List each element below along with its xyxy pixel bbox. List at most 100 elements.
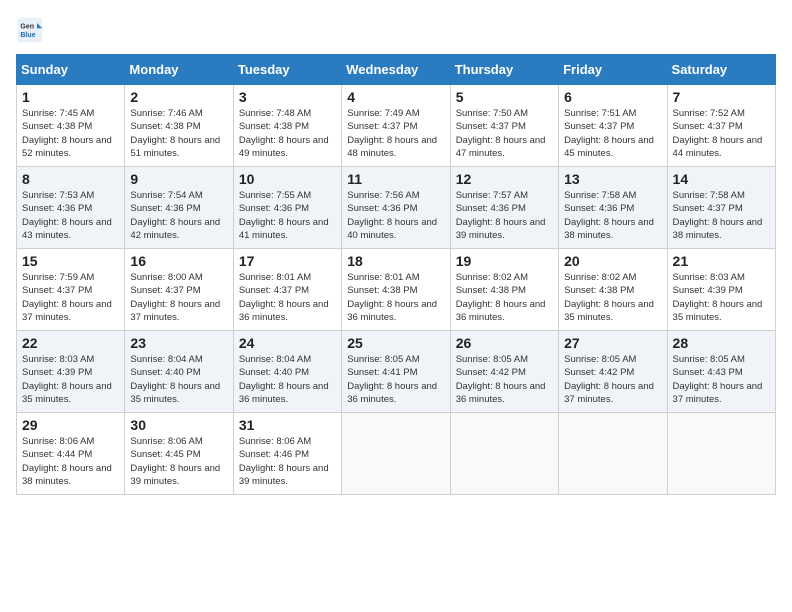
- sunrise-label: Sunrise: 7:57 AM: [456, 190, 528, 201]
- sunrise-label: Sunrise: 8:06 AM: [22, 436, 94, 447]
- calendar-cell: 3 Sunrise: 7:48 AM Sunset: 4:38 PM Dayli…: [233, 85, 341, 167]
- calendar-cell: 5 Sunrise: 7:50 AM Sunset: 4:37 PM Dayli…: [450, 85, 558, 167]
- daylight-label: Daylight: 8 hours and 37 minutes.: [673, 381, 763, 405]
- cell-content: Sunrise: 7:58 AM Sunset: 4:36 PM Dayligh…: [564, 189, 661, 242]
- day-number: 12: [456, 171, 553, 187]
- sunrise-label: Sunrise: 8:02 AM: [456, 272, 528, 283]
- calendar-cell: [667, 413, 775, 495]
- calendar-week-row: 29 Sunrise: 8:06 AM Sunset: 4:44 PM Dayl…: [17, 413, 776, 495]
- sunrise-label: Sunrise: 7:58 AM: [564, 190, 636, 201]
- cell-content: Sunrise: 7:51 AM Sunset: 4:37 PM Dayligh…: [564, 107, 661, 160]
- calendar-cell: 12 Sunrise: 7:57 AM Sunset: 4:36 PM Dayl…: [450, 167, 558, 249]
- sunset-label: Sunset: 4:36 PM: [22, 203, 92, 214]
- cell-content: Sunrise: 8:06 AM Sunset: 4:44 PM Dayligh…: [22, 435, 119, 488]
- daylight-label: Daylight: 8 hours and 39 minutes.: [239, 463, 329, 487]
- calendar-cell: 4 Sunrise: 7:49 AM Sunset: 4:37 PM Dayli…: [342, 85, 450, 167]
- sunrise-label: Sunrise: 8:03 AM: [22, 354, 94, 365]
- daylight-label: Daylight: 8 hours and 38 minutes.: [673, 217, 763, 241]
- day-number: 1: [22, 89, 119, 105]
- sunset-label: Sunset: 4:37 PM: [22, 285, 92, 296]
- calendar-cell: 30 Sunrise: 8:06 AM Sunset: 4:45 PM Dayl…: [125, 413, 233, 495]
- day-number: 29: [22, 417, 119, 433]
- calendar-cell: 31 Sunrise: 8:06 AM Sunset: 4:46 PM Dayl…: [233, 413, 341, 495]
- logo: Gen Blue: [16, 16, 48, 44]
- cell-content: Sunrise: 8:05 AM Sunset: 4:43 PM Dayligh…: [673, 353, 770, 406]
- sunset-label: Sunset: 4:38 PM: [564, 285, 634, 296]
- day-header-tuesday: Tuesday: [233, 55, 341, 85]
- daylight-label: Daylight: 8 hours and 39 minutes.: [130, 463, 220, 487]
- daylight-label: Daylight: 8 hours and 38 minutes.: [564, 217, 654, 241]
- sunrise-label: Sunrise: 8:02 AM: [564, 272, 636, 283]
- calendar-header-row: SundayMondayTuesdayWednesdayThursdayFrid…: [17, 55, 776, 85]
- day-number: 8: [22, 171, 119, 187]
- cell-content: Sunrise: 8:01 AM Sunset: 4:38 PM Dayligh…: [347, 271, 444, 324]
- cell-content: Sunrise: 8:03 AM Sunset: 4:39 PM Dayligh…: [22, 353, 119, 406]
- sunrise-label: Sunrise: 7:45 AM: [22, 108, 94, 119]
- sunset-label: Sunset: 4:38 PM: [347, 285, 417, 296]
- cell-content: Sunrise: 7:58 AM Sunset: 4:37 PM Dayligh…: [673, 189, 770, 242]
- sunset-label: Sunset: 4:36 PM: [456, 203, 526, 214]
- daylight-label: Daylight: 8 hours and 37 minutes.: [22, 299, 112, 323]
- sunset-label: Sunset: 4:43 PM: [673, 367, 743, 378]
- daylight-label: Daylight: 8 hours and 45 minutes.: [564, 135, 654, 159]
- logo-icon: Gen Blue: [16, 16, 44, 44]
- sunset-label: Sunset: 4:37 PM: [347, 121, 417, 132]
- calendar-cell: 15 Sunrise: 7:59 AM Sunset: 4:37 PM Dayl…: [17, 249, 125, 331]
- sunrise-label: Sunrise: 8:05 AM: [456, 354, 528, 365]
- calendar-cell: 13 Sunrise: 7:58 AM Sunset: 4:36 PM Dayl…: [559, 167, 667, 249]
- day-number: 11: [347, 171, 444, 187]
- sunset-label: Sunset: 4:37 PM: [239, 285, 309, 296]
- day-number: 2: [130, 89, 227, 105]
- cell-content: Sunrise: 8:06 AM Sunset: 4:45 PM Dayligh…: [130, 435, 227, 488]
- day-number: 13: [564, 171, 661, 187]
- cell-content: Sunrise: 8:04 AM Sunset: 4:40 PM Dayligh…: [239, 353, 336, 406]
- calendar-week-row: 15 Sunrise: 7:59 AM Sunset: 4:37 PM Dayl…: [17, 249, 776, 331]
- cell-content: Sunrise: 7:52 AM Sunset: 4:37 PM Dayligh…: [673, 107, 770, 160]
- sunrise-label: Sunrise: 8:05 AM: [347, 354, 419, 365]
- daylight-label: Daylight: 8 hours and 40 minutes.: [347, 217, 437, 241]
- sunrise-label: Sunrise: 8:04 AM: [239, 354, 311, 365]
- cell-content: Sunrise: 8:01 AM Sunset: 4:37 PM Dayligh…: [239, 271, 336, 324]
- calendar-cell: 17 Sunrise: 8:01 AM Sunset: 4:37 PM Dayl…: [233, 249, 341, 331]
- day-number: 20: [564, 253, 661, 269]
- cell-content: Sunrise: 7:57 AM Sunset: 4:36 PM Dayligh…: [456, 189, 553, 242]
- daylight-label: Daylight: 8 hours and 37 minutes.: [564, 381, 654, 405]
- calendar-cell: 6 Sunrise: 7:51 AM Sunset: 4:37 PM Dayli…: [559, 85, 667, 167]
- daylight-label: Daylight: 8 hours and 41 minutes.: [239, 217, 329, 241]
- cell-content: Sunrise: 8:05 AM Sunset: 4:41 PM Dayligh…: [347, 353, 444, 406]
- sunrise-label: Sunrise: 8:06 AM: [130, 436, 202, 447]
- sunset-label: Sunset: 4:42 PM: [564, 367, 634, 378]
- daylight-label: Daylight: 8 hours and 35 minutes.: [673, 299, 763, 323]
- day-number: 17: [239, 253, 336, 269]
- daylight-label: Daylight: 8 hours and 43 minutes.: [22, 217, 112, 241]
- sunset-label: Sunset: 4:37 PM: [130, 285, 200, 296]
- calendar-cell: 25 Sunrise: 8:05 AM Sunset: 4:41 PM Dayl…: [342, 331, 450, 413]
- svg-text:Gen: Gen: [20, 23, 34, 30]
- calendar-cell: 9 Sunrise: 7:54 AM Sunset: 4:36 PM Dayli…: [125, 167, 233, 249]
- sunset-label: Sunset: 4:36 PM: [130, 203, 200, 214]
- daylight-label: Daylight: 8 hours and 38 minutes.: [22, 463, 112, 487]
- day-number: 21: [673, 253, 770, 269]
- sunrise-label: Sunrise: 7:53 AM: [22, 190, 94, 201]
- day-header-monday: Monday: [125, 55, 233, 85]
- sunrise-label: Sunrise: 8:05 AM: [673, 354, 745, 365]
- daylight-label: Daylight: 8 hours and 36 minutes.: [347, 381, 437, 405]
- day-number: 14: [673, 171, 770, 187]
- day-header-friday: Friday: [559, 55, 667, 85]
- sunset-label: Sunset: 4:46 PM: [239, 449, 309, 460]
- sunset-label: Sunset: 4:40 PM: [239, 367, 309, 378]
- day-number: 10: [239, 171, 336, 187]
- daylight-label: Daylight: 8 hours and 47 minutes.: [456, 135, 546, 159]
- daylight-label: Daylight: 8 hours and 49 minutes.: [239, 135, 329, 159]
- sunrise-label: Sunrise: 8:01 AM: [347, 272, 419, 283]
- daylight-label: Daylight: 8 hours and 35 minutes.: [22, 381, 112, 405]
- day-number: 9: [130, 171, 227, 187]
- sunset-label: Sunset: 4:42 PM: [456, 367, 526, 378]
- daylight-label: Daylight: 8 hours and 35 minutes.: [130, 381, 220, 405]
- day-header-saturday: Saturday: [667, 55, 775, 85]
- sunrise-label: Sunrise: 7:46 AM: [130, 108, 202, 119]
- day-number: 22: [22, 335, 119, 351]
- daylight-label: Daylight: 8 hours and 42 minutes.: [130, 217, 220, 241]
- daylight-label: Daylight: 8 hours and 44 minutes.: [673, 135, 763, 159]
- cell-content: Sunrise: 8:06 AM Sunset: 4:46 PM Dayligh…: [239, 435, 336, 488]
